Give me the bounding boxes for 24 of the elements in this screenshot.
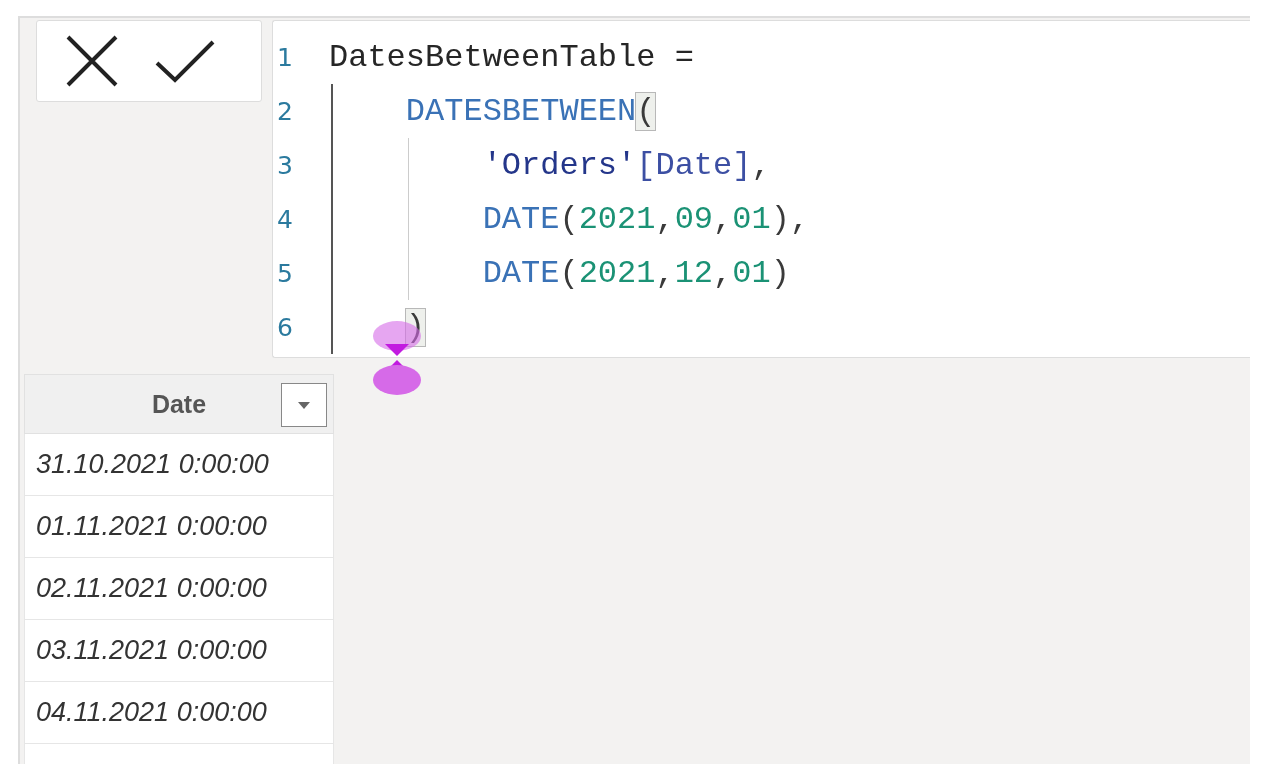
code-line: DatesBetweenTable = <box>329 38 694 76</box>
table-cell: 03.11.2021 0:00:00 <box>24 620 334 682</box>
column-title: Date <box>151 389 207 419</box>
line-number: 2 <box>276 96 294 126</box>
line-number: 4 <box>276 204 294 234</box>
line-number: 3 <box>276 150 294 180</box>
commit-button[interactable] <box>155 39 215 83</box>
code-line: DATE(2021,09,01), <box>481 200 810 238</box>
code-line: 'Orders'[Date], <box>481 146 771 184</box>
formula-editor[interactable]: 1 DatesBetweenTable = 2 DATESBETWEEN( 3 'Orders'[Date], 4 DATE(2021,09,01), 5 DATE(2021,12,01) 6 ) <box>272 20 1250 358</box>
line-number: 6 <box>276 312 294 342</box>
table-cell: 01.11.2021 0:00:00 <box>24 496 334 558</box>
close-icon <box>65 34 119 88</box>
caret-icon <box>298 401 310 409</box>
table-cell: 02.11.2021 0:00:00 <box>24 558 334 620</box>
code-line: DATESBETWEEN( <box>404 92 656 130</box>
line-number: 5 <box>276 258 294 288</box>
table-cell: 04.11.2021 0:00:00 <box>24 682 334 744</box>
table-cell: 31.10.2021 0:00:00 <box>24 434 334 496</box>
line-number: 1 <box>276 42 294 72</box>
filter-dropdown-button[interactable] <box>281 383 327 427</box>
cancel-button[interactable] <box>65 34 119 88</box>
code-line: DATE(2021,12,01) <box>481 254 790 292</box>
checkmark-icon <box>155 39 215 83</box>
